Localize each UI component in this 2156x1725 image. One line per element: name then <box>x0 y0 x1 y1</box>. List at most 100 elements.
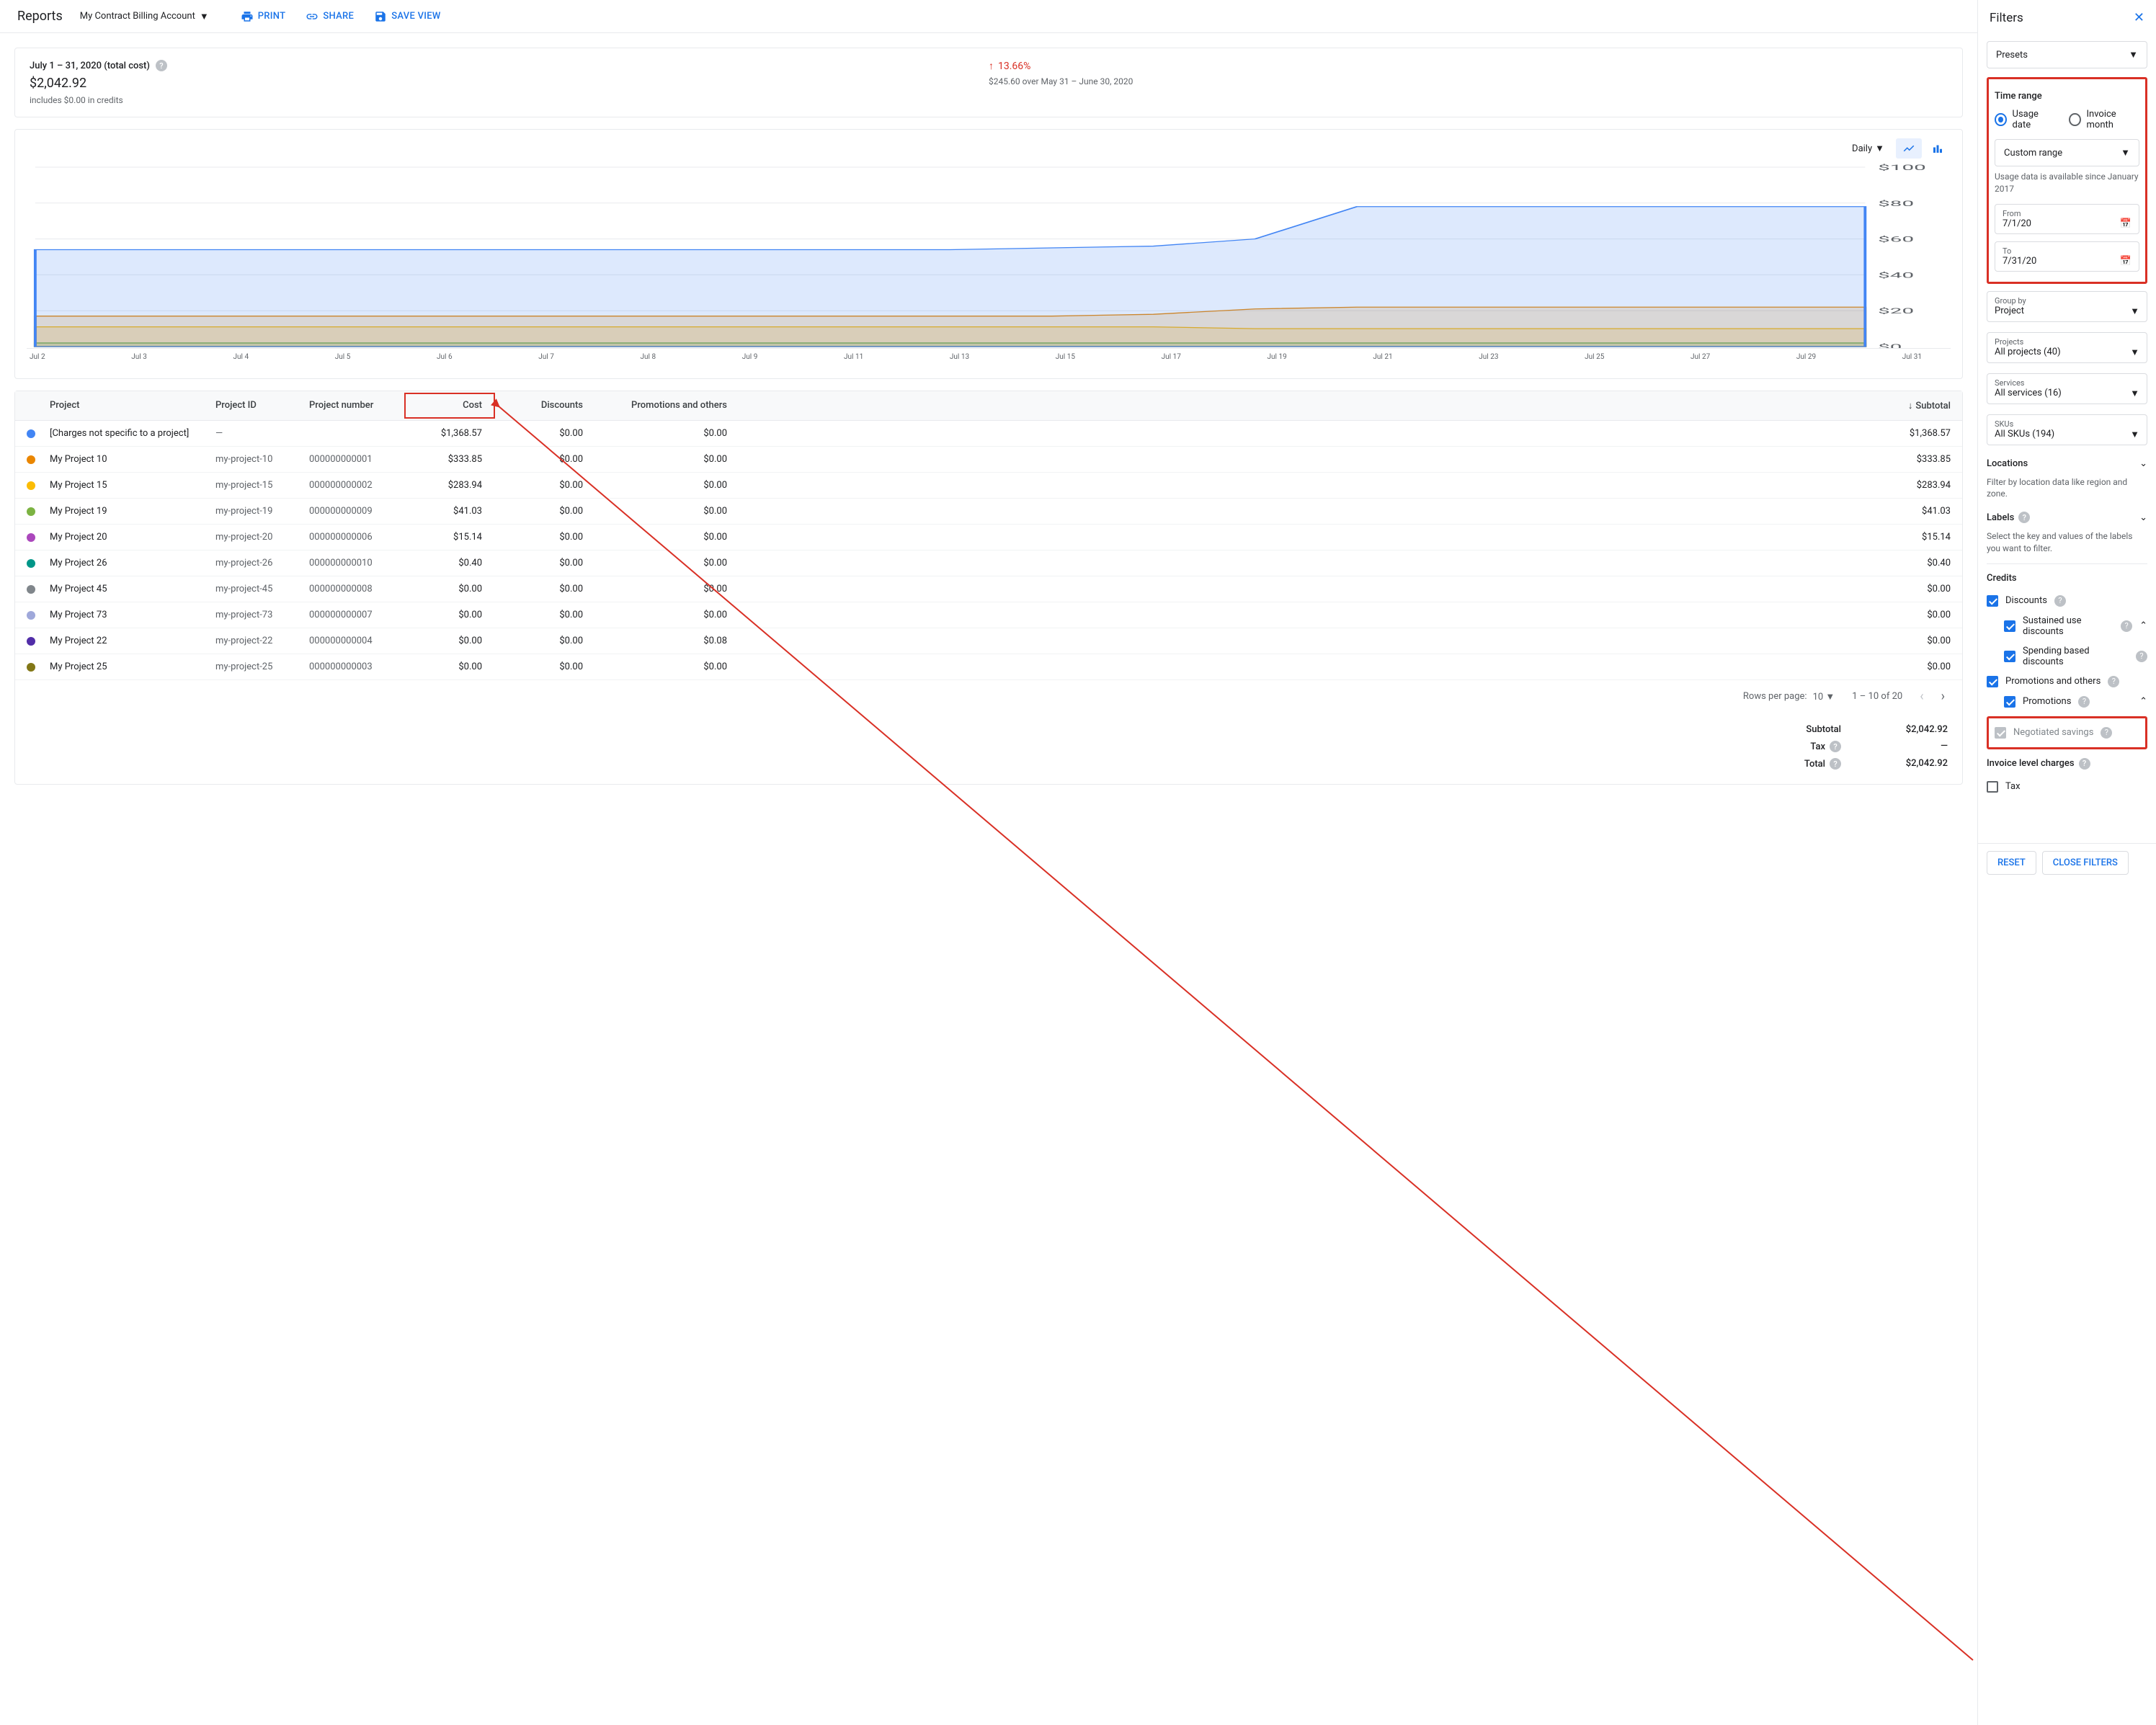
help-icon[interactable]: ? <box>2136 651 2147 662</box>
table-row[interactable]: My Project 10 my-project-10 000000000001… <box>15 447 1962 473</box>
caret-down-icon: ▼ <box>200 11 209 22</box>
color-dot <box>27 611 35 620</box>
col-project[interactable]: Project <box>50 400 215 411</box>
negotiated-savings-checkbox: Negotiated savings? <box>1995 723 2139 743</box>
caret-down-icon: ▼ <box>1875 143 1884 154</box>
filters-panel: Filters ✕ Presets▼ Time range Usage date… <box>1977 0 2156 1725</box>
invoice-month-radio[interactable]: Invoice month <box>2069 109 2139 130</box>
discounts-checkbox[interactable]: Discounts? <box>1987 591 2147 611</box>
link-icon <box>306 10 318 23</box>
color-dot <box>27 455 35 464</box>
col-cost[interactable]: Cost <box>410 400 496 411</box>
col-subtotal[interactable]: ↓ Subtotal <box>727 400 1951 411</box>
help-icon[interactable]: ? <box>2121 620 2132 632</box>
table-row[interactable]: My Project 73 my-project-73 000000000007… <box>15 602 1962 628</box>
table-row[interactable]: My Project 20 my-project-20 000000000006… <box>15 525 1962 551</box>
table-row[interactable]: My Project 25 my-project-25 000000000003… <box>15 654 1962 680</box>
help-icon[interactable]: ? <box>2101 727 2112 739</box>
color-dot <box>27 663 35 672</box>
next-page-button[interactable]: › <box>1941 689 1945 704</box>
line-chart-toggle[interactable] <box>1896 138 1922 159</box>
range-preset-select[interactable]: Custom range▼ <box>1995 139 2139 166</box>
col-discounts[interactable]: Discounts <box>496 400 583 411</box>
help-icon[interactable]: ? <box>156 60 167 71</box>
bar-chart-toggle[interactable] <box>1925 138 1951 159</box>
col-promotions[interactable]: Promotions and others <box>583 400 727 411</box>
table-row[interactable]: My Project 15 my-project-15 000000000002… <box>15 473 1962 499</box>
labels-expand[interactable]: Labels? ⌄ <box>1987 509 2147 526</box>
table-row[interactable]: My Project 26 my-project-26 000000000010… <box>15 551 1962 576</box>
usage-note: Usage data is available since January 20… <box>1995 171 2139 195</box>
sort-desc-icon: ↓ <box>1908 400 1913 411</box>
help-icon[interactable]: ? <box>1830 741 1841 752</box>
table-row[interactable]: My Project 19 my-project-19 000000000009… <box>15 499 1962 525</box>
tax-checkbox[interactable]: Tax <box>1987 777 2147 797</box>
content-area: July 1 – 31, 2020 (total cost) ? $2,042.… <box>0 33 1977 1725</box>
caret-down-icon: ▼ <box>2121 147 2130 159</box>
svg-text:$100: $100 <box>1878 164 1926 172</box>
reset-button[interactable]: RESET <box>1987 851 2036 875</box>
col-project-number[interactable]: Project number <box>309 400 410 411</box>
table-row[interactable]: My Project 45 my-project-45 000000000008… <box>15 576 1962 602</box>
svg-text:$80: $80 <box>1878 200 1914 208</box>
group-by-select[interactable]: Group by Project▼ <box>1987 291 2147 322</box>
table-pager: Rows per page: 10 ▼ 1 – 10 of 20 ‹ › <box>15 680 1962 713</box>
credits-title: Credits <box>1987 573 2147 584</box>
summary-range: July 1 – 31, 2020 (total cost) <box>30 61 150 71</box>
color-dot <box>27 481 35 490</box>
help-icon[interactable]: ? <box>1830 758 1841 770</box>
page-title: Reports <box>17 9 63 24</box>
help-icon[interactable]: ? <box>2018 512 2030 523</box>
projects-select[interactable]: Projects All projects (40)▼ <box>1987 332 2147 363</box>
topbar: Reports My Contract Billing Account ▼ PR… <box>0 0 1977 33</box>
table-header: Project Project ID Project number Cost D… <box>15 391 1962 421</box>
to-date-field[interactable]: To 7/31/20📅 <box>1995 241 2139 272</box>
caret-down-icon: ▼ <box>2130 429 2139 440</box>
promotions-checkbox[interactable]: Promotions?⌃ <box>2004 692 2147 712</box>
presets-select[interactable]: Presets▼ <box>1987 41 2147 68</box>
sustained-use-checkbox[interactable]: Sustained use discounts?⌃ <box>2004 611 2147 641</box>
invoice-level-charges-title: Invoice level charges? <box>1987 758 2147 770</box>
chart-area: $0$20$40$60$80$100 <box>27 161 1951 349</box>
chevron-down-icon: ⌄ <box>2139 512 2147 523</box>
save-icon <box>374 10 387 23</box>
help-icon[interactable]: ? <box>2054 595 2066 607</box>
calendar-icon: 📅 <box>2120 218 2132 229</box>
account-dropdown[interactable]: My Contract Billing Account ▼ <box>80 11 209 22</box>
caret-down-icon: ▼ <box>2130 388 2139 399</box>
granularity-dropdown[interactable]: Daily ▼ <box>1852 143 1884 154</box>
rows-per-page-select[interactable]: 10 ▼ <box>1813 691 1835 703</box>
color-dot <box>27 559 35 568</box>
line-chart-icon <box>1902 142 1915 155</box>
totals-block: Subtotal$2,042.92 Tax?— Total?$2,042.92 <box>15 713 1962 784</box>
from-date-field[interactable]: From 7/1/20📅 <box>1995 204 2139 234</box>
save-view-button[interactable]: SAVE VIEW <box>374 10 441 23</box>
usage-date-radio[interactable]: Usage date <box>1995 109 2054 130</box>
col-project-id[interactable]: Project ID <box>215 400 309 411</box>
spending-based-checkbox[interactable]: Spending based discounts? <box>2004 641 2147 672</box>
close-filters-button[interactable]: CLOSE FILTERS <box>2042 851 2129 875</box>
table-row[interactable]: [Charges not specific to a project] — $1… <box>15 421 1962 447</box>
color-dot <box>27 507 35 516</box>
help-icon[interactable]: ? <box>2108 676 2119 687</box>
close-filters-icon[interactable]: ✕ <box>2134 10 2144 25</box>
time-range-title: Time range <box>1995 91 2139 102</box>
help-icon[interactable]: ? <box>2079 758 2090 770</box>
print-icon <box>241 10 254 23</box>
skus-select[interactable]: SKUs All SKUs (194)▼ <box>1987 414 2147 445</box>
summary-card: July 1 – 31, 2020 (total cost) ? $2,042.… <box>14 48 1963 117</box>
caret-down-icon: ▼ <box>2130 347 2139 358</box>
chevron-up-icon[interactable]: ⌃ <box>2139 620 2147 631</box>
print-button[interactable]: PRINT <box>241 10 286 23</box>
help-icon[interactable]: ? <box>2078 696 2090 708</box>
caret-down-icon: ▼ <box>2129 49 2138 61</box>
share-button[interactable]: SHARE <box>306 10 354 23</box>
summary-credits: includes $0.00 in credits <box>30 95 989 105</box>
locations-expand[interactable]: Locations ⌄ <box>1987 455 2147 472</box>
table-row[interactable]: My Project 22 my-project-22 000000000004… <box>15 628 1962 654</box>
calendar-icon: 📅 <box>2120 256 2132 267</box>
chevron-up-icon[interactable]: ⌃ <box>2139 696 2147 707</box>
promotions-others-checkbox[interactable]: Promotions and others? <box>1987 672 2147 692</box>
services-select[interactable]: Services All services (16)▼ <box>1987 373 2147 404</box>
prev-page-button[interactable]: ‹ <box>1920 689 1923 704</box>
